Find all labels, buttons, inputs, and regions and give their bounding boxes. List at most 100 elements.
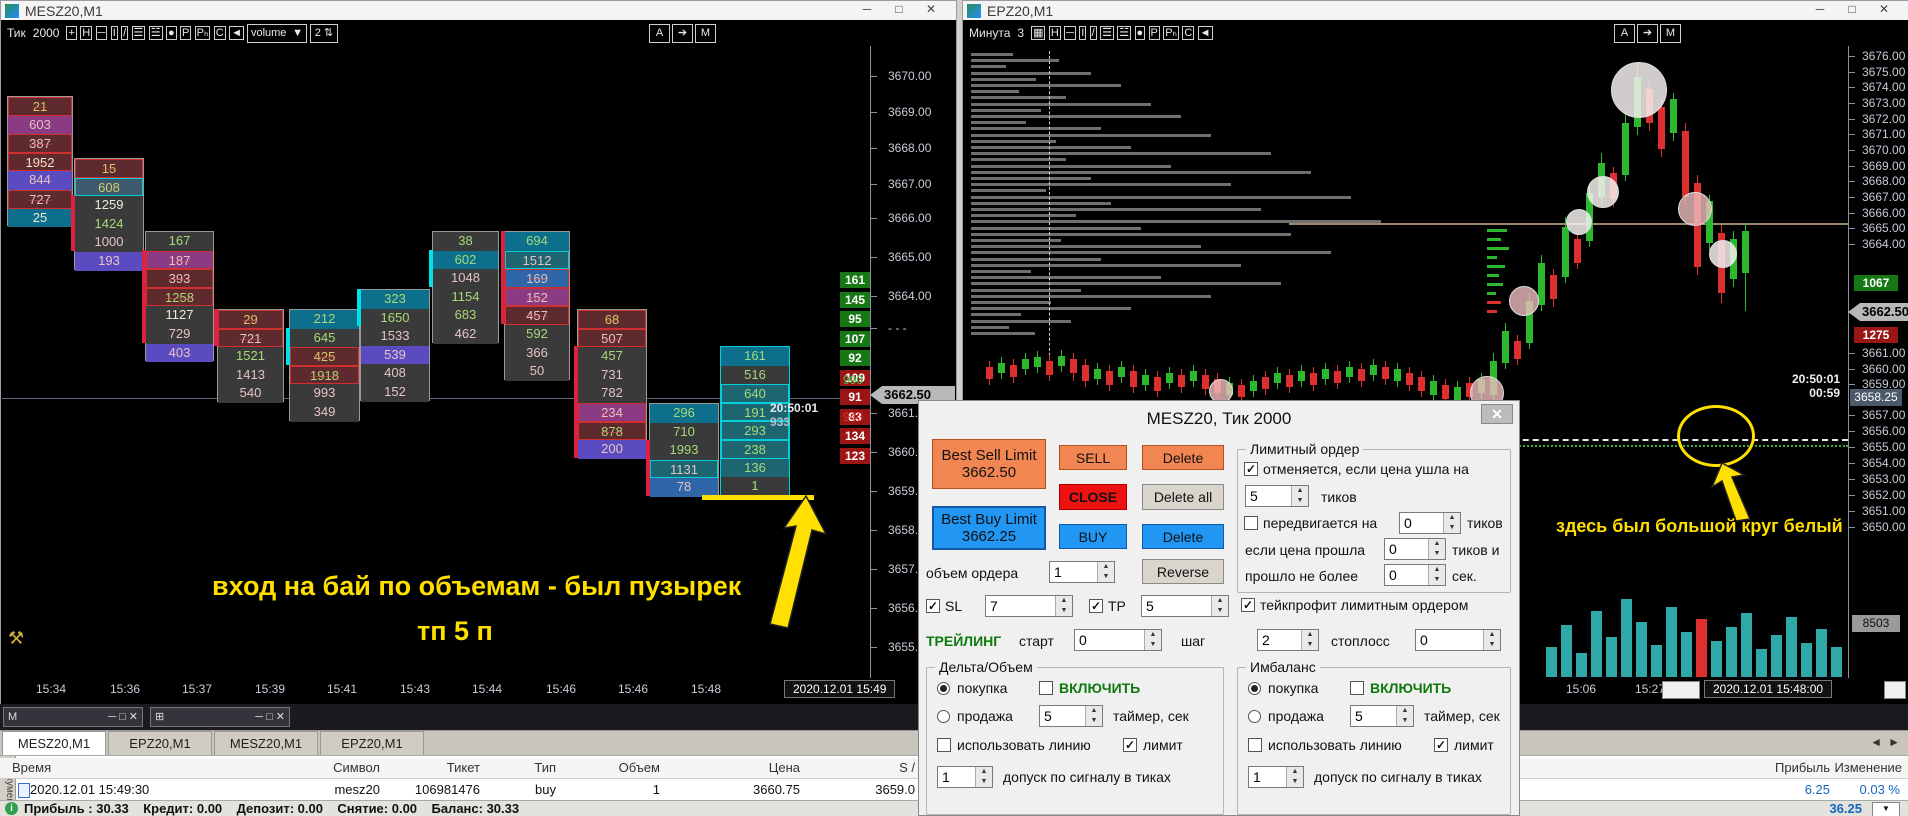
status-dropdown-icon[interactable]: ▼ [1872, 802, 1900, 816]
toolbar-button-H[interactable]: H [80, 26, 93, 40]
toolbar-button-─[interactable]: ─ [1064, 26, 1076, 40]
imb-timer-stepper[interactable]: 5 ▲ ▼ [1350, 705, 1414, 727]
sell-button[interactable]: SELL [1059, 445, 1127, 470]
delta-useline-checkbox[interactable] [937, 738, 951, 752]
time-scrollbar-thumb[interactable] [1662, 681, 1700, 699]
right-axis-line [1848, 46, 1849, 678]
tab-scroll-left-icon[interactable]: ◄ [1870, 735, 1882, 749]
move-checkbox[interactable] [1244, 516, 1258, 530]
delete-buy-button[interactable]: Delete [1142, 524, 1224, 549]
order-volume-stepper[interactable]: 1 ▲ ▼ [1049, 561, 1115, 583]
axis-corner-box[interactable] [1884, 681, 1906, 699]
delete-all-button[interactable]: Delete all [1142, 484, 1224, 510]
minimize-icon[interactable]: ─ [852, 2, 882, 18]
corner-button-A[interactable]: A [1614, 24, 1635, 43]
toolbar-button-+[interactable]: + [66, 26, 77, 40]
toolbar-button-☱[interactable]: ☱ [148, 26, 163, 40]
cancel-if-checkbox[interactable]: ✓ [1244, 462, 1258, 476]
column-header[interactable]: Изменение [1742, 760, 1902, 775]
delta-allow-stepper[interactable]: 1 ▲ ▼ [937, 766, 993, 788]
delta-limit-checkbox[interactable]: ✓ [1123, 738, 1137, 752]
corner-button-➔[interactable]: ➔ [672, 24, 693, 43]
delta-sell-radio[interactable] [937, 710, 950, 723]
tab-mesz20-m1[interactable]: MESZ20,M1 [214, 731, 318, 755]
toolbar-button-C[interactable]: C [213, 26, 226, 40]
imb-sell-radio[interactable] [1248, 710, 1261, 723]
sl-checkbox[interactable]: ✓ [926, 599, 940, 613]
toolbar-button-─[interactable]: ─ [95, 26, 108, 40]
imb-enable-checkbox[interactable] [1350, 681, 1364, 695]
crossed-tools-icon[interactable]: ⚒ [8, 628, 24, 649]
maximize-icon[interactable]: □ [884, 2, 914, 18]
toolbar-button-Pₕ[interactable]: Pₕ [1163, 26, 1179, 40]
move-stepper[interactable]: 0 ▲ ▼ [1399, 512, 1461, 534]
delta-buy-radio[interactable] [937, 682, 950, 695]
volume-profile-bar [971, 320, 1071, 323]
maximize-icon[interactable]: □ [1837, 2, 1867, 18]
minimize-icon[interactable]: ─ [1805, 2, 1835, 18]
close-icon[interactable]: ✕ [916, 2, 946, 18]
toolbar-button-☰[interactable]: ☰ [1100, 26, 1114, 40]
toolbar-button-I[interactable]: I [110, 26, 118, 40]
toolbar-button-P[interactable]: P [179, 26, 192, 40]
toolbar-button-◄[interactable]: ◄ [229, 26, 244, 40]
volume-dropdown[interactable]: volume ▼ [246, 23, 307, 43]
start-stepper[interactable]: 0 ▲ ▼ [1074, 629, 1162, 651]
toolbar-button-☱[interactable]: ☱ [1117, 26, 1132, 40]
imb-limit-checkbox[interactable]: ✓ [1434, 738, 1448, 752]
toolbar-button-P[interactable]: P [1148, 26, 1160, 40]
tp-stepper[interactable]: 5 ▲ ▼ [1141, 595, 1229, 617]
sl-stepper[interactable]: 7 ▲ ▼ [985, 595, 1073, 617]
column-header[interactable]: S / [755, 760, 915, 775]
reverse-button[interactable]: Reverse [1142, 559, 1224, 584]
step-stepper[interactable]: 2 ▲ ▼ [1257, 629, 1319, 651]
corner-button-M[interactable]: M [1660, 24, 1681, 43]
column-header[interactable]: Объем [500, 760, 660, 775]
dialog-close-button[interactable]: ✕ [1481, 404, 1513, 424]
tp-checkbox[interactable]: ✓ [1089, 599, 1103, 613]
left-window-titlebar[interactable]: MESZ20,M1 ─ □ ✕ [1, 1, 956, 20]
best-buy-limit-button[interactable]: Best Buy Limit 3662.25 [932, 506, 1046, 550]
imb-buy-radio[interactable] [1248, 682, 1261, 695]
delta-enable-checkbox[interactable] [1039, 681, 1053, 695]
minimized-window-bar[interactable]: М ─ □ ✕ [3, 707, 143, 727]
toolbar-button-/[interactable]: / [1089, 26, 1097, 40]
toolbar-button-Pₕ[interactable]: Pₕ [194, 26, 211, 40]
scale-stepper[interactable]: 2 ⇅ [309, 23, 338, 43]
corner-button-A[interactable]: A [649, 24, 670, 43]
toolbar-button-H[interactable]: H [1048, 26, 1061, 40]
candle [1418, 377, 1425, 391]
delete-sell-button[interactable]: Delete [1142, 445, 1224, 470]
toolbar-button-I[interactable]: I [1079, 26, 1087, 40]
candle [1322, 369, 1329, 379]
close-position-button[interactable]: CLOSE [1059, 484, 1127, 510]
column-header[interactable]: Время [12, 760, 51, 775]
tab-epz20-m1[interactable]: EPZ20,M1 [108, 731, 212, 755]
corner-button-➔[interactable]: ➔ [1637, 24, 1658, 43]
no-more-stepper[interactable]: 0 ▲ ▼ [1384, 564, 1446, 586]
corner-button-M[interactable]: M [695, 24, 716, 43]
toolbar-button-●[interactable]: ● [165, 26, 177, 40]
toolbar-button-◄[interactable]: ◄ [1197, 26, 1213, 40]
minimized-window-bar[interactable]: ⊞ ─ □ ✕ [150, 707, 290, 727]
close-icon[interactable]: ✕ [1869, 2, 1899, 18]
passed-stepper[interactable]: 0 ▲ ▼ [1384, 538, 1446, 560]
tab-scroll-right-icon[interactable]: ► [1888, 735, 1900, 749]
left-chart-area[interactable]: 21 603 387 1952 844 727 25 15 608 1259 1424 1000 193… [2, 46, 955, 678]
best-sell-limit-button[interactable]: Best Sell Limit 3662.50 [932, 439, 1046, 489]
tab-epz20-m1[interactable]: EPZ20,M1 [320, 731, 424, 755]
toolbar-button-●[interactable]: ● [1134, 26, 1146, 40]
toolbar-button-/[interactable]: / [121, 26, 129, 40]
imb-allow-stepper[interactable]: 1 ▲ ▼ [1248, 766, 1304, 788]
tab-mesz20-m1[interactable]: MESZ20,M1 [2, 731, 106, 755]
imb-useline-checkbox[interactable] [1248, 738, 1262, 752]
toolbar-button-▦[interactable]: ▦ [1031, 26, 1046, 40]
takeprofit-checkbox[interactable]: ✓ [1241, 598, 1255, 612]
stoploss-stepper[interactable]: 0 ▲ ▼ [1415, 629, 1501, 651]
toolbar-button-☰[interactable]: ☰ [131, 26, 146, 40]
cancel-ticks-stepper[interactable]: 5 ▲ ▼ [1245, 485, 1309, 507]
delta-timer-stepper[interactable]: 5 ▲ ▼ [1039, 705, 1103, 727]
buy-button[interactable]: BUY [1059, 524, 1127, 549]
right-window-titlebar[interactable]: EPZ20,M1 ─ □ ✕ [963, 1, 1908, 20]
toolbar-button-C[interactable]: C [1182, 26, 1195, 40]
